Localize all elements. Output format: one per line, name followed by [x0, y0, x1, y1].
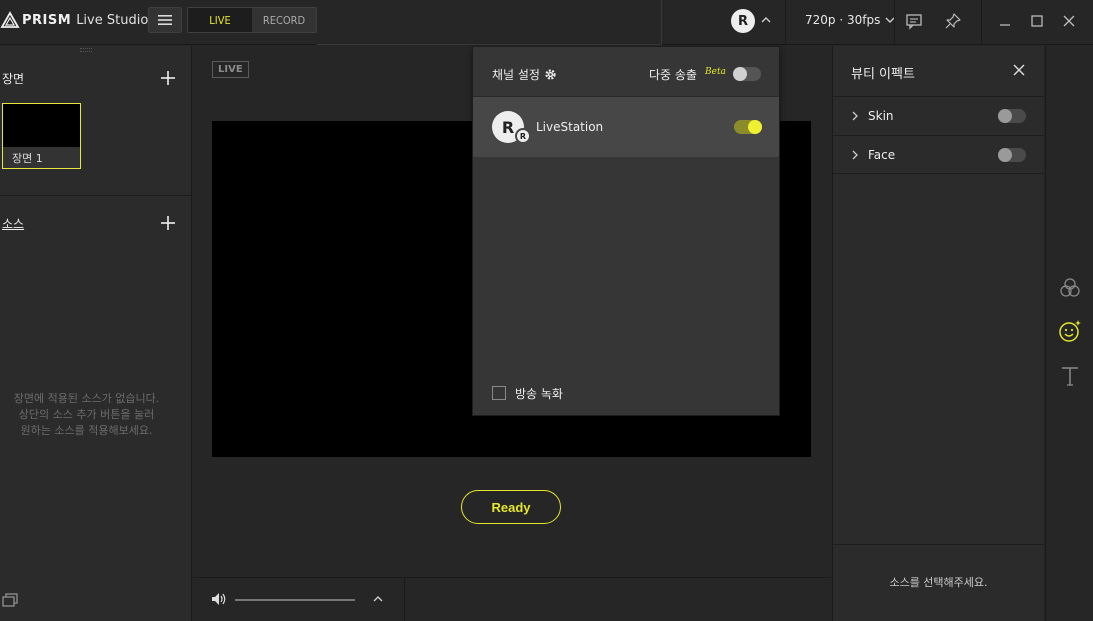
face-toggle[interactable]	[998, 148, 1026, 162]
empty-sources-message: 장면에 적용된 소스가 없습니다. 상단의 소스 추가 버튼을 눌러 원하는 소…	[0, 391, 173, 439]
chevron-right-icon	[852, 111, 858, 121]
minimize-icon	[1000, 24, 1010, 26]
beauty-effect-icon[interactable]	[1058, 319, 1082, 343]
sources-title: 소스	[2, 217, 25, 231]
color-filter-icon[interactable]	[1058, 276, 1082, 300]
divider	[661, 0, 662, 45]
divider	[0, 195, 191, 196]
gear-icon	[545, 69, 556, 80]
channel-name: LiveStation	[536, 120, 604, 134]
tab-live[interactable]: LIVE	[188, 8, 252, 32]
maximize-icon	[1031, 15, 1043, 27]
resolution-label: 720p · 30fps	[805, 13, 881, 27]
maximize-button[interactable]	[1027, 11, 1047, 31]
select-source-message: 소스를 선택해주세요.	[889, 576, 988, 589]
divider	[404, 578, 405, 621]
effect-row-skin[interactable]: Skin	[833, 96, 1044, 135]
record-broadcast-checkbox[interactable]	[492, 386, 506, 400]
text-icon[interactable]	[1058, 364, 1082, 388]
pin-button[interactable]	[943, 11, 963, 31]
app-logo: PRISM Live Studio	[0, 11, 148, 29]
top-bar: PRISM Live Studio LIVE RECORD R 720p · 3…	[0, 0, 1093, 45]
app-brand: PRISM	[22, 12, 72, 28]
panel-title: 뷰티 이펙트	[851, 67, 915, 82]
chevron-up-icon[interactable]	[760, 14, 772, 26]
left-panel: 장면 장면 1 소스 장면에 적용된 소스가 없습니다. 상단의 소스 추가 버…	[0, 46, 192, 621]
tab-record[interactable]: RECORD	[252, 8, 316, 32]
ready-button[interactable]: Ready	[461, 490, 561, 524]
empty-message-line: 상단의 소스 추가 버튼을 눌러	[18, 408, 155, 421]
empty-message-line: 장면에 적용된 소스가 없습니다.	[13, 392, 160, 405]
toggle-knob	[748, 120, 762, 134]
channel-settings-dropdown: 채널 설정 다중 송출 Beta R R LiveStation 방송 녹화	[472, 46, 780, 416]
multi-stream-label: 다중 송출	[649, 68, 697, 82]
toggle-knob	[998, 148, 1012, 162]
channel-row[interactable]: R R LiveStation	[473, 97, 779, 157]
divider	[785, 0, 786, 45]
add-scene-button[interactable]	[160, 70, 176, 86]
empty-message-line: 원하는 소스를 적용해보세요.	[20, 424, 153, 437]
popout-icon[interactable]	[2, 593, 18, 607]
record-broadcast-label[interactable]: 방송 녹화	[515, 385, 563, 402]
beauty-effect-panel: 뷰티 이펙트 Skin Face 소스를 선택해주세요.	[832, 46, 1044, 621]
toggle-knob	[998, 109, 1012, 123]
minimize-button[interactable]	[995, 11, 1015, 31]
channel-enable-toggle[interactable]	[734, 120, 762, 134]
volume-slider[interactable]	[235, 599, 355, 601]
dropdown-header: 채널 설정 다중 송출 Beta	[473, 47, 779, 97]
resize-grip[interactable]	[80, 48, 92, 52]
scene-thumbnail[interactable]: 장면 1	[2, 103, 81, 169]
live-badge: LIVE	[212, 61, 249, 78]
side-tool-strip	[1045, 46, 1093, 621]
scenes-title: 장면	[2, 72, 25, 86]
effect-label: Face	[868, 148, 896, 162]
chat-button[interactable]	[904, 11, 924, 31]
resolution-selector[interactable]: 720p · 30fps	[805, 13, 896, 27]
divider	[833, 544, 1044, 545]
main-menu-button[interactable]	[148, 7, 182, 33]
prism-logo-icon	[0, 11, 20, 28]
beta-badge: Beta	[705, 67, 726, 77]
close-icon[interactable]	[1013, 64, 1025, 76]
close-icon	[1063, 15, 1075, 27]
volume-icon[interactable]	[211, 591, 227, 607]
app-subtitle: Live Studio	[76, 12, 149, 28]
channel-settings-button[interactable]: 채널 설정	[492, 66, 557, 83]
skin-toggle[interactable]	[998, 109, 1026, 123]
toggle-knob	[733, 67, 747, 81]
multi-stream-toggle[interactable]	[733, 67, 761, 81]
channel-settings-title: 채널 설정	[492, 68, 540, 82]
scene-label: 장면 1	[3, 147, 80, 168]
add-source-button[interactable]	[160, 215, 176, 231]
divider	[981, 0, 982, 45]
audio-bar	[193, 577, 831, 621]
divider	[317, 44, 661, 45]
divider	[894, 0, 895, 45]
chevron-right-icon	[852, 150, 858, 160]
effect-label: Skin	[868, 109, 894, 123]
hamburger-icon	[158, 15, 172, 25]
chevron-up-icon[interactable]	[372, 593, 384, 605]
chat-icon	[906, 14, 922, 30]
pin-icon	[945, 13, 961, 29]
effect-row-face[interactable]: Face	[833, 135, 1044, 174]
mode-tabs: LIVE RECORD	[187, 7, 317, 33]
channel-avatar-button[interactable]: R	[731, 9, 755, 33]
platform-badge: R	[515, 128, 531, 144]
close-window-button[interactable]	[1059, 11, 1079, 31]
